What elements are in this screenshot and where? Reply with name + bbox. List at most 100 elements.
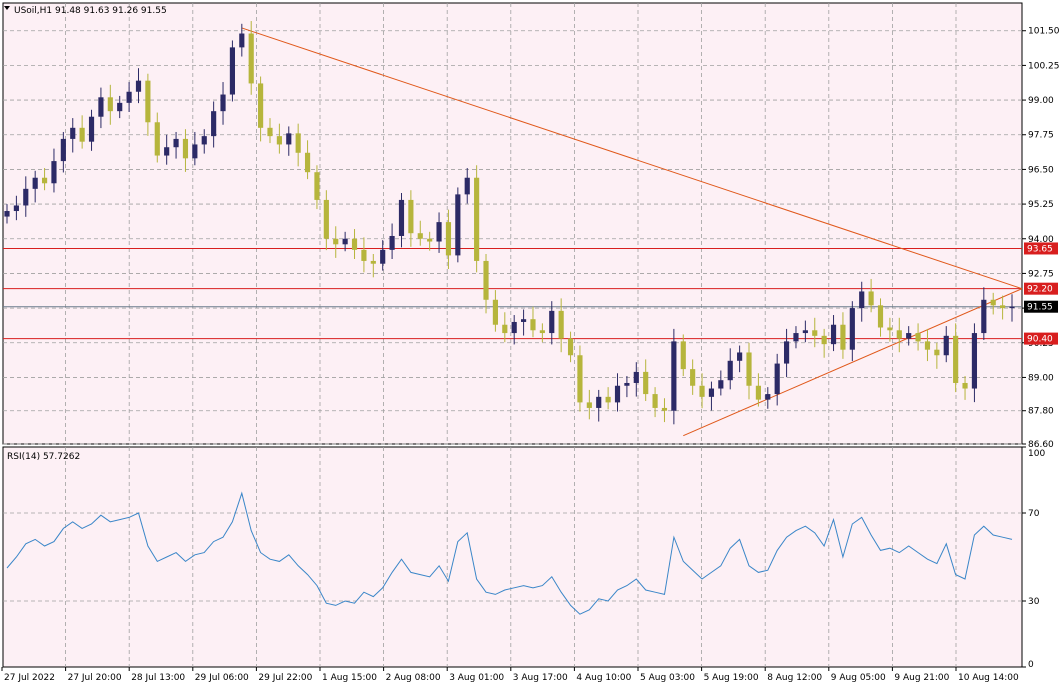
candle-body [436, 222, 442, 242]
candle-body [765, 394, 771, 400]
candle-body [351, 238, 358, 250]
candle-body [323, 199, 329, 239]
candle-body [239, 33, 245, 48]
candle-body [981, 299, 987, 334]
price-panel-background[interactable] [2, 2, 1023, 445]
candle-body [896, 330, 902, 339]
candle-body [32, 177, 38, 189]
candle-body [51, 161, 57, 184]
candle-body [530, 319, 536, 331]
candle-body [492, 299, 498, 325]
candle-body [248, 33, 254, 84]
level-price-label: 92.20 [1027, 285, 1053, 295]
candle-body [680, 341, 686, 370]
candle-body [746, 352, 752, 386]
candle-body [464, 177, 470, 195]
candle-body [286, 133, 292, 145]
candle-body [633, 371, 639, 383]
candle-body [690, 369, 696, 386]
candle-body [483, 260, 489, 300]
level-price-label: 90.40 [1027, 335, 1053, 345]
candle-body [229, 47, 236, 95]
candle-body [953, 335, 959, 383]
candle-body [342, 238, 348, 245]
rsi-tick-label: 100 [1028, 449, 1045, 459]
candle-body [661, 407, 668, 411]
candle-body [13, 205, 19, 212]
candle-body [182, 138, 189, 159]
candle-body [192, 144, 198, 159]
candle-body [173, 138, 179, 148]
candle-body [727, 360, 733, 381]
candle-body [201, 136, 207, 145]
candle-body [924, 341, 931, 350]
candle-body [60, 138, 66, 162]
x-tick-label: 29 Jul 06:00 [195, 673, 249, 683]
candle-body [624, 382, 630, 386]
candle-body [389, 235, 395, 250]
candle-body [258, 83, 264, 128]
rsi-tick-label: 30 [1028, 597, 1040, 607]
x-tick-label: 1 Aug 15:00 [322, 673, 377, 683]
rsi-tick-label: 0 [1028, 660, 1034, 670]
candle-body [304, 152, 311, 173]
candle-body [417, 233, 423, 239]
candle-body [821, 335, 827, 345]
candle-body [267, 127, 273, 137]
candle-body [220, 94, 226, 112]
candle-body [783, 341, 790, 364]
x-tick-label: 27 Jul 20:00 [68, 673, 122, 683]
candle-body [906, 333, 912, 339]
candle-body [868, 291, 874, 306]
x-tick-label: 10 Aug 14:00 [958, 673, 1019, 683]
y-tick-label: 100.25 [1028, 61, 1060, 71]
rsi-panel-background[interactable] [2, 446, 1023, 668]
candle-body [88, 116, 95, 142]
candle-body [117, 102, 123, 112]
candle-body [699, 385, 705, 397]
candle-body [408, 199, 414, 234]
current-price-label: 91.55 [1027, 303, 1053, 313]
candle-body [971, 333, 978, 389]
candle-body [1009, 306, 1015, 309]
x-tick-label: 8 Aug 12:00 [767, 673, 822, 683]
price-chart-window[interactable]: 27 Jul 2022 27 Jul 20:00 28 Jul 13:00 29 Ju… [0, 0, 1060, 688]
candle-body [427, 238, 433, 242]
candle-body [915, 333, 921, 342]
y-tick-label: 96.50 [1028, 165, 1054, 175]
y-tick-label: 87.80 [1028, 407, 1054, 417]
candle-body [577, 355, 583, 403]
x-tick-label: 28 Jul 13:00 [131, 673, 185, 683]
candle-body [539, 330, 545, 334]
candle-body [812, 330, 818, 336]
candle-body [802, 330, 808, 334]
candle-body [361, 249, 367, 261]
candle-body [887, 327, 893, 331]
candle-body [276, 136, 282, 145]
x-tick-label: 2 Aug 08:00 [386, 673, 441, 683]
rsi-header: RSI(14) 57.7262 [7, 452, 80, 462]
candle-body [398, 199, 405, 236]
x-tick-label: 3 Aug 01:00 [449, 673, 504, 683]
candle-body [671, 341, 677, 411]
candle-body [521, 319, 527, 322]
candle-body [934, 349, 940, 356]
candle-body [445, 222, 452, 256]
y-tick-label: 95.25 [1028, 200, 1054, 210]
candle-body [830, 324, 837, 345]
candle-body [605, 396, 611, 403]
candle-body [370, 260, 376, 264]
candle-body [126, 91, 132, 103]
candle-body [877, 305, 884, 328]
candle-body [943, 335, 949, 356]
candle-body [511, 321, 517, 334]
candle-body [849, 308, 855, 350]
candle-body [154, 122, 160, 156]
level-price-label: 93.65 [1027, 244, 1053, 254]
x-tick-label: 29 Jul 22:00 [258, 673, 312, 683]
candle-body [314, 172, 320, 200]
candle-body [840, 324, 846, 350]
rsi-tick-label: 70 [1028, 509, 1040, 519]
candle-body [793, 333, 799, 342]
x-tick-label: 5 Aug 03:00 [640, 673, 695, 683]
